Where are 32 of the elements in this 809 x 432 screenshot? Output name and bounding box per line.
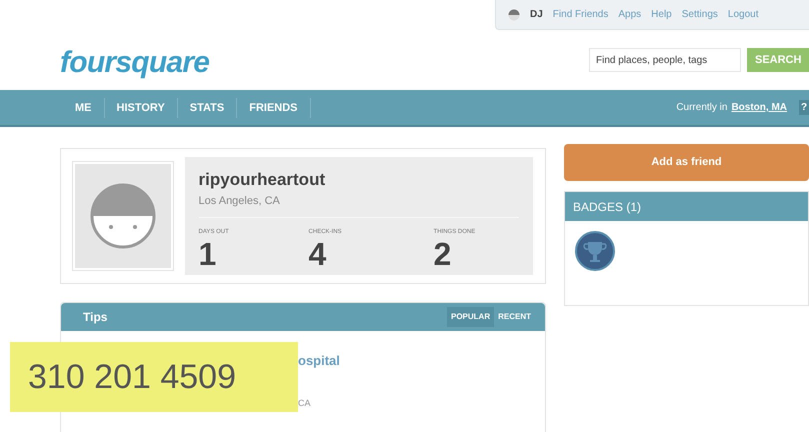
tip-venue-city: CA xyxy=(298,396,312,410)
search-button[interactable]: SEARCH xyxy=(747,48,809,72)
help-link[interactable]: ? xyxy=(799,100,809,115)
nav-tab[interactable]: ME xyxy=(63,98,104,118)
location-label: Currently in xyxy=(676,101,728,115)
logo[interactable]: foursquare xyxy=(60,40,210,85)
username[interactable]: DJ xyxy=(530,7,543,22)
account-link[interactable]: Find Friends xyxy=(552,7,608,22)
search-field[interactable]: Find places, people, tags xyxy=(589,48,741,72)
sort-tab[interactable]: POPULAR xyxy=(446,307,494,327)
badges-header: BADGES (1) xyxy=(565,192,808,221)
nav-tab[interactable]: FRIENDS xyxy=(237,98,311,118)
account-link[interactable]: Settings xyxy=(682,7,718,22)
account-link[interactable]: Apps xyxy=(618,7,642,22)
avatar-icon xyxy=(90,183,156,249)
nav-tab[interactable]: STATS xyxy=(178,98,238,118)
stat-value: 1 xyxy=(198,237,216,271)
location-link[interactable]: Boston, MA xyxy=(731,100,787,115)
add-friend-button[interactable]: Add as friend xyxy=(564,144,809,181)
account-link[interactable]: Help xyxy=(651,7,672,22)
profile-city: Los Angeles, CA xyxy=(198,192,519,218)
user-avatar-icon xyxy=(508,8,520,20)
profile-name: ripyourheartout xyxy=(198,169,326,191)
trophy-badge-icon[interactable] xyxy=(575,231,615,271)
tip-venue-link[interactable]: ospital xyxy=(298,351,545,370)
account-link[interactable]: Logout xyxy=(728,7,758,22)
stat-value: 4 xyxy=(308,237,326,271)
sort-tab[interactable]: RECENT xyxy=(494,307,535,327)
stat-value: 2 xyxy=(434,237,452,271)
tips-title: Tips xyxy=(83,309,108,326)
nav-tab[interactable]: HISTORY xyxy=(104,98,178,118)
phone-number-overlay: 310 201 4509 xyxy=(10,342,298,412)
